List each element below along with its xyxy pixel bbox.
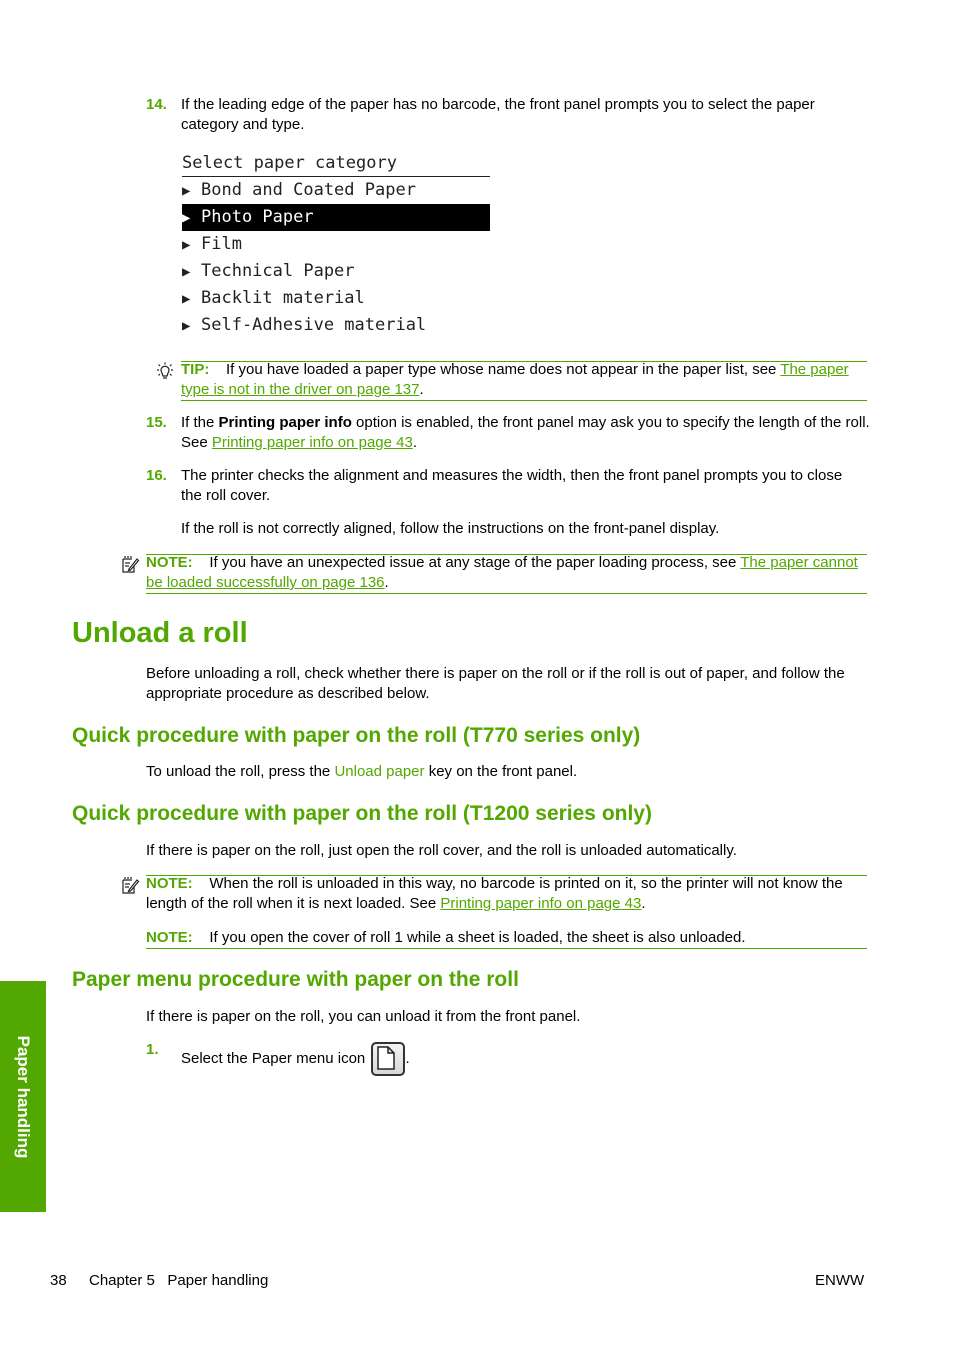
triangle-right-icon: ▶ [182, 183, 191, 199]
front-panel-menu-item-label: Bond and Coated Paper [201, 180, 416, 200]
note-text: NOTE: When the roll is unloaded in this … [146, 875, 843, 912]
front-panel-menu-item[interactable]: ▶ Film [182, 231, 490, 258]
front-panel-menu: ▶ Bond and Coated Paper ▶ Photo Paper ▶ Film ▶… [182, 177, 490, 339]
chapter-side-tab-label: Paper handling [14, 1035, 33, 1158]
subsection-text: If there is paper on the roll, you can u… [146, 1008, 581, 1025]
front-panel-menu-item[interactable]: ▶ Self-Adhesive material [182, 312, 490, 339]
section-title: Unload a roll [72, 617, 248, 649]
footer-page-number: 38 [50, 1272, 67, 1289]
front-panel-menu-item-label: Technical Paper [201, 261, 355, 281]
note-text: NOTE: If you have an unexpected issue at… [146, 554, 858, 591]
tip-rule-bottom [181, 400, 867, 401]
lightbulb-icon [155, 362, 175, 386]
step-followup-text: If the roll is not correctly aligned, fo… [181, 520, 720, 537]
triangle-right-icon: ▶ [182, 210, 191, 226]
section-intro: Before unloading a roll, check whether t… [146, 665, 845, 702]
note-icon [120, 876, 140, 900]
step-text: If the leading edge of the paper has no … [181, 96, 815, 133]
step-text: If the Printing paper info option is ena… [181, 414, 870, 451]
triangle-right-icon: ▶ [182, 318, 191, 334]
front-panel-menu-item[interactable]: ▶ Technical Paper [182, 258, 490, 285]
subsection-text: If there is paper on the roll, just open… [146, 842, 737, 859]
subsection-title: Quick procedure with paper on the roll (… [72, 802, 652, 825]
paper-menu-icon [371, 1042, 406, 1076]
front-panel-title: Select paper category [182, 150, 490, 177]
note-icon [120, 555, 140, 579]
front-panel-menu-item-label: Backlit material [201, 288, 365, 308]
subsection-text: To unload the roll, press the Unload pap… [146, 763, 578, 780]
step-number: 15. [146, 414, 167, 431]
step-number: 1. [146, 1041, 159, 1058]
front-panel-menu-item-label: Film [201, 234, 242, 254]
tip-text: TIP: If you have loaded a paper type who… [181, 361, 849, 398]
front-panel-menu-item[interactable]: ▶ Bond and Coated Paper [182, 177, 490, 204]
step-number: 14. [146, 96, 167, 113]
front-panel-menu-item-label: Photo Paper [201, 207, 314, 227]
unload-paper-key: Unload paper [334, 763, 425, 780]
front-panel-display: Select paper category ▶ Bond and Coated P… [182, 150, 490, 339]
chapter-side-tab: Paper handling [0, 981, 46, 1212]
note-rule-bottom [146, 948, 867, 949]
note-text: NOTE: If you open the cover of roll 1 wh… [146, 929, 746, 946]
footer-locale: ENWW [815, 1272, 865, 1289]
front-panel-menu-item[interactable]: ▶ Photo Paper [182, 204, 490, 231]
triangle-right-icon: ▶ [182, 237, 191, 253]
step-text: The printer checks the alignment and mea… [181, 467, 843, 504]
printing-paper-info-link[interactable]: Printing paper info on page 43 [212, 434, 413, 451]
triangle-right-icon: ▶ [182, 291, 191, 307]
footer-chapter: Chapter 5 Paper handling [89, 1272, 269, 1289]
triangle-right-icon: ▶ [182, 264, 191, 280]
step-text: Select the Paper menu icon . [181, 1042, 410, 1076]
step-number: 16. [146, 467, 167, 484]
printing-paper-info-link[interactable]: Printing paper info on page 43 [440, 895, 641, 912]
note-rule-bottom [146, 593, 867, 594]
front-panel-menu-item-label: Self-Adhesive material [201, 315, 427, 335]
front-panel-menu-item[interactable]: ▶ Backlit material [182, 285, 490, 312]
subsection-title: Quick procedure with paper on the roll (… [72, 724, 641, 747]
subsection-title: Paper menu procedure with paper on the r… [72, 968, 519, 991]
